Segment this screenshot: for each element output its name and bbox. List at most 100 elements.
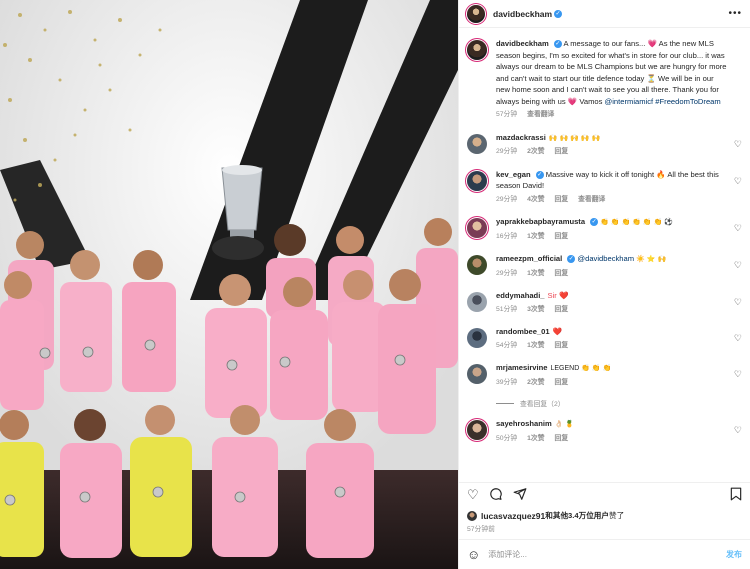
caption-username[interactable]: davidbeckham bbox=[496, 39, 549, 48]
more-icon[interactable]: ••• bbox=[728, 8, 742, 19]
heart-icon[interactable]: ♡ bbox=[734, 139, 742, 149]
comment-likes[interactable]: 2次赞 bbox=[527, 377, 544, 389]
commenter-avatar[interactable] bbox=[467, 218, 487, 238]
comment-item: kev_egan ✓ Massive way to kick it off ton… bbox=[467, 169, 742, 206]
heart-icon[interactable]: ♡ bbox=[467, 488, 479, 501]
comment-list[interactable]: davidbeckham ✓ A message to our fans... 💗… bbox=[459, 28, 750, 481]
caption: davidbeckham ✓ A message to our fans... 💗… bbox=[467, 38, 742, 121]
heart-emoji: 💗 bbox=[567, 96, 578, 106]
verified-icon: ✓ bbox=[590, 218, 599, 226]
commenter-username[interactable]: kev_egan bbox=[496, 170, 531, 179]
comment-time[interactable]: 29分钟 bbox=[496, 268, 517, 280]
caption-meta: 57分钟 查看翻译 bbox=[496, 109, 728, 121]
heart-icon[interactable]: ♡ bbox=[734, 298, 742, 307]
author-username[interactable]: davidbeckham bbox=[493, 9, 552, 19]
comment-icon[interactable] bbox=[489, 487, 503, 503]
comment-mention-link[interactable]: @davidbeckham bbox=[577, 254, 634, 263]
bookmark-icon[interactable] bbox=[730, 487, 742, 503]
comment-time[interactable]: 39分钟 bbox=[496, 377, 517, 389]
commenter-username[interactable]: randombee_01 bbox=[496, 327, 550, 336]
commenter-avatar[interactable] bbox=[467, 133, 487, 154]
comment-time[interactable]: 54分钟 bbox=[496, 340, 517, 352]
comment-likes[interactable]: 2次赞 bbox=[527, 146, 544, 158]
reply-button[interactable]: 回复 bbox=[555, 268, 569, 280]
comment-likes[interactable]: 3次赞 bbox=[527, 304, 544, 316]
comment-likes[interactable]: 1次赞 bbox=[527, 433, 544, 445]
post-header: davidbeckham ✓ ••• bbox=[459, 0, 750, 28]
heart-icon[interactable]: ♡ bbox=[734, 176, 742, 186]
view-replies-label: 查看回复（2） bbox=[520, 401, 565, 408]
comment-text: 👌🏻 🍍 bbox=[554, 421, 575, 428]
author-avatar[interactable] bbox=[467, 4, 485, 23]
translate-button[interactable]: 查看翻译 bbox=[578, 194, 605, 206]
reply-button[interactable]: 回复 bbox=[555, 194, 569, 206]
post-time[interactable]: 57分钟前 bbox=[467, 523, 495, 533]
commenter-avatar[interactable] bbox=[467, 170, 487, 191]
post-photo[interactable] bbox=[0, 0, 458, 569]
commenter-username[interactable]: rameezpm_official bbox=[496, 254, 562, 263]
post-comment-button[interactable]: 发布 bbox=[726, 549, 742, 560]
liker-avatar[interactable] bbox=[467, 510, 477, 521]
caption-hashtag-link[interactable]: #FreedomToDream bbox=[655, 97, 720, 106]
hourglass-emoji: ⏳ bbox=[646, 73, 656, 83]
author-avatar[interactable] bbox=[467, 40, 487, 60]
comment-likes[interactable]: 4次赞 bbox=[527, 194, 544, 206]
comment-input[interactable] bbox=[488, 550, 718, 559]
comment-item: randombee_01 ❤️ 54分钟 1次赞 回复 ♡ bbox=[467, 326, 742, 351]
comment-text: 👏 👏 👏 👏 👏 👏 ⚽ bbox=[600, 219, 673, 226]
commenter-username[interactable]: sayehroshanim bbox=[496, 419, 552, 428]
comment-text: ❤️ bbox=[552, 327, 563, 336]
commenter-avatar[interactable] bbox=[467, 292, 487, 312]
comment-likes[interactable]: 1次赞 bbox=[527, 268, 544, 280]
caption-mention-link[interactable]: @intermiamicf bbox=[605, 97, 654, 106]
liker-username[interactable]: lucasvazquez91 bbox=[481, 511, 545, 521]
comment-text: 🙌 🙌 🙌 🙌 🙌 bbox=[548, 134, 601, 142]
likes-suffix: 赞了 bbox=[608, 511, 625, 520]
verified-icon: ✓ bbox=[553, 40, 562, 48]
commenter-username[interactable]: eddymahadi_ bbox=[496, 291, 545, 300]
commenter-avatar[interactable] bbox=[467, 364, 487, 384]
comment-item: eddymahadi_ Sir ❤️ 51分钟 3次赞 回复 ♡ bbox=[467, 290, 742, 315]
action-bar: ♡ bbox=[459, 482, 750, 506]
comment-time[interactable]: 51分钟 bbox=[496, 304, 517, 316]
reply-button[interactable]: 回复 bbox=[555, 433, 569, 445]
heart-icon[interactable]: ♡ bbox=[734, 426, 742, 435]
commenter-avatar[interactable] bbox=[467, 255, 487, 275]
comment-item: sayehroshanim 👌🏻 🍍 50分钟 1次赞 回复 ♡ bbox=[467, 418, 742, 444]
comment-likes[interactable]: 1次赞 bbox=[527, 340, 544, 352]
comment-likes[interactable]: 1次赞 bbox=[527, 231, 544, 243]
comment-item: mrjamesirvine LEGEND 👏 👏 👏 39分钟 2次赞 回复 ♡ bbox=[467, 362, 742, 388]
smile-icon[interactable]: ☺ bbox=[467, 547, 480, 562]
reply-button[interactable]: 回复 bbox=[555, 340, 569, 352]
likes-summary: lucasvazquez91 和其他3.4万位用户 赞了 bbox=[467, 510, 742, 521]
comment-time[interactable]: 50分钟 bbox=[496, 433, 517, 445]
commenter-username[interactable]: mrjamesirvine bbox=[496, 363, 548, 372]
divider bbox=[496, 402, 514, 404]
reply-button[interactable]: 回复 bbox=[555, 146, 569, 158]
commenter-avatar[interactable] bbox=[467, 328, 487, 348]
view-replies-button[interactable]: 查看回复（2） bbox=[467, 398, 742, 408]
translate-button[interactable]: 查看翻译 bbox=[527, 109, 554, 121]
comment-item: yaprakkebapbayramusta ✓ 👏 👏 👏 👏 👏 👏 ⚽ 16分… bbox=[467, 216, 742, 242]
reply-button[interactable]: 回复 bbox=[555, 377, 569, 389]
comment-time[interactable]: 29分钟 bbox=[496, 146, 517, 158]
caption-time[interactable]: 57分钟 bbox=[496, 109, 517, 121]
heart-icon[interactable]: ♡ bbox=[734, 261, 742, 270]
share-icon[interactable] bbox=[513, 487, 527, 503]
verified-icon: ✓ bbox=[567, 255, 576, 263]
heart-icon[interactable]: ♡ bbox=[734, 224, 742, 233]
comment-item: mazdackrassi 🙌 🙌 🙌 🙌 🙌 29分钟 2次赞 回复 ♡ bbox=[467, 132, 742, 158]
heart-icon[interactable]: ♡ bbox=[734, 334, 742, 343]
comment-time[interactable]: 16分钟 bbox=[496, 231, 517, 243]
comment-time[interactable]: 29分钟 bbox=[496, 194, 517, 206]
comment-text: ☀️ ⭐ 🙌 bbox=[636, 256, 667, 263]
commenter-avatar[interactable] bbox=[467, 420, 487, 440]
commenter-username[interactable]: yaprakkebapbayramusta bbox=[496, 217, 585, 226]
heart-icon[interactable]: ♡ bbox=[734, 370, 742, 379]
comment-text: LEGEND 👏 👏 👏 bbox=[550, 365, 612, 372]
reply-button[interactable]: 回复 bbox=[555, 231, 569, 243]
heart-emoji: 💗 bbox=[647, 39, 657, 48]
likes-count[interactable]: 和其他3.4万位用户 bbox=[545, 510, 609, 521]
commenter-username[interactable]: mazdackrassi bbox=[496, 133, 546, 142]
reply-button[interactable]: 回复 bbox=[555, 304, 569, 316]
